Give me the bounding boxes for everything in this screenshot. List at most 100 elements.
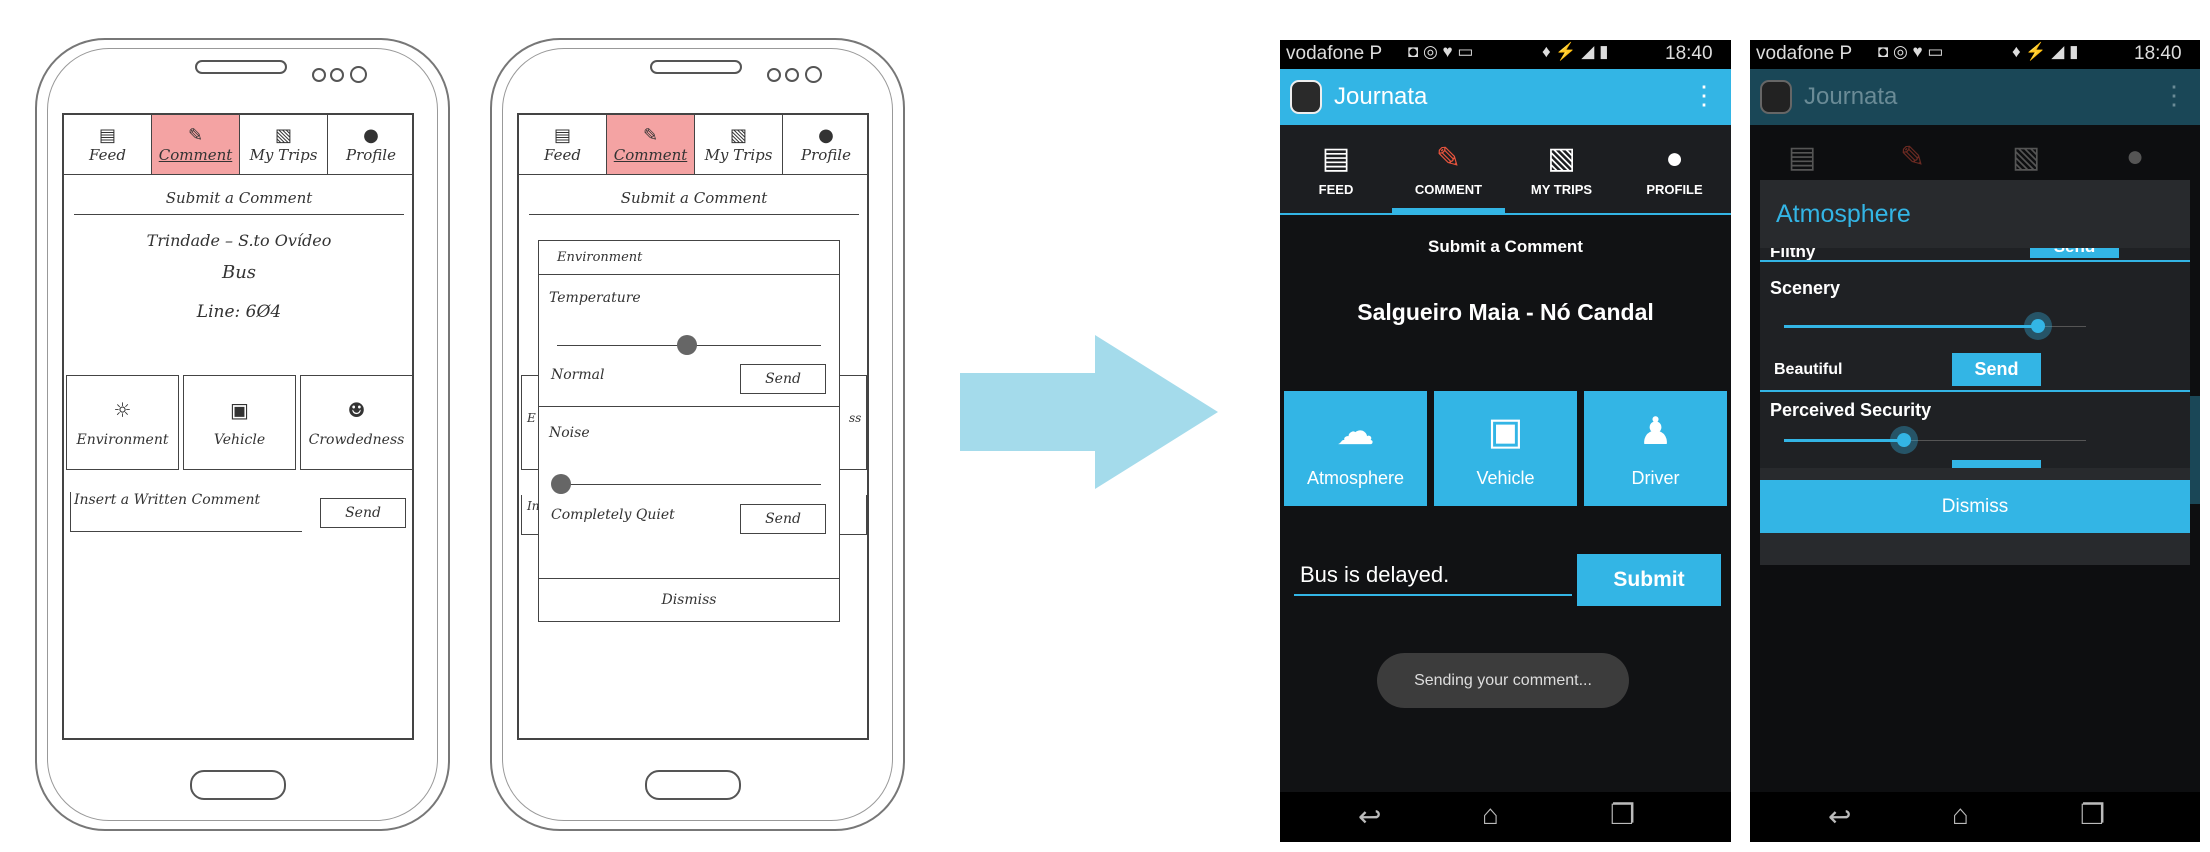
environment-dialog: Environment Temperature Normal Send Nois… bbox=[538, 240, 840, 622]
driver-icon: ♟ bbox=[1638, 410, 1673, 453]
temperature-label: Temperature bbox=[549, 290, 641, 306]
tab-profile[interactable]: ● Profile bbox=[783, 115, 869, 175]
tab-my-trips[interactable]: ▧ MY TRIPS bbox=[1505, 125, 1618, 213]
temperature-value: Normal bbox=[551, 367, 605, 383]
carrier-label: vodafone P bbox=[1756, 43, 1853, 64]
recents-icon[interactable]: ❐ bbox=[1610, 798, 1635, 831]
category-vehicle[interactable]: ▣ Vehicle bbox=[183, 375, 296, 470]
sketch-screen-1: ▤ Feed ✎ Comment ▧ My Trips ● Profile Submit… bbox=[62, 113, 414, 740]
temperature-slider-thumb[interactable] bbox=[677, 335, 697, 355]
back-icon[interactable]: ↩ bbox=[1358, 800, 1381, 833]
android-screen-1: vodafone P ◘ ◎ ♥ ▭ ♦ ⚡ ◢ ▮ 18:40 Journat… bbox=[1280, 40, 1731, 842]
app-title: Journata bbox=[1804, 83, 1898, 110]
map-icon: ▧ bbox=[729, 125, 747, 146]
tab-my-trips[interactable]: ▧ My Trips bbox=[240, 115, 328, 175]
tab-feed[interactable]: ▤ Feed bbox=[519, 115, 607, 175]
security-slider-thumb[interactable] bbox=[1890, 426, 1918, 454]
background-tiles-edge bbox=[2190, 396, 2200, 504]
person-icon: ● bbox=[363, 125, 379, 146]
speaker-icon bbox=[195, 60, 287, 74]
home-button[interactable] bbox=[645, 770, 741, 800]
camera-icon bbox=[330, 68, 344, 82]
map-icon: ▧ bbox=[1547, 142, 1576, 175]
noise-send-button[interactable]: Send bbox=[740, 504, 826, 534]
category-driver[interactable]: ♟ Driver bbox=[1584, 391, 1727, 506]
vehicle-type-label: Bus bbox=[221, 261, 257, 283]
bus-icon: ▣ bbox=[230, 397, 249, 422]
send-button[interactable]: Send bbox=[320, 498, 406, 528]
dismiss-button[interactable]: Dismiss bbox=[1760, 480, 2190, 533]
signal-icons: ♦ ⚡ ◢ ▮ bbox=[2012, 42, 2079, 61]
noise-value: Completely Quiet bbox=[551, 507, 675, 523]
person-icon: ● bbox=[1665, 141, 1684, 175]
scenery-value: Beautiful bbox=[1774, 361, 1843, 378]
back-icon[interactable]: ↩ bbox=[1828, 800, 1851, 833]
tab-profile[interactable]: ● PROFILE bbox=[1618, 125, 1731, 213]
category-atmosphere[interactable]: ☁ Atmosphere bbox=[1284, 391, 1427, 506]
comment-input[interactable]: Bus is delayed. bbox=[1294, 554, 1572, 596]
status-bar: vodafone P ◘ ◎ ♥ ▭ ♦ ⚡ ◢ ▮ 18:40 bbox=[1750, 40, 2200, 69]
tab-my-trips[interactable]: ▧ My Trips bbox=[695, 115, 783, 175]
tab-feed[interactable]: ▤ FEED bbox=[1280, 125, 1392, 213]
tab-comment[interactable]: ✎ Comment bbox=[152, 115, 240, 175]
behind-cut-right: ss bbox=[849, 411, 862, 425]
category-vehicle[interactable]: ▣ Vehicle bbox=[1434, 391, 1577, 506]
divider bbox=[529, 214, 859, 215]
cut-send-button-bottom[interactable] bbox=[1952, 460, 2041, 468]
page-title: Submit a Comment bbox=[620, 189, 768, 207]
divider bbox=[1760, 260, 2190, 262]
camera-icon bbox=[785, 68, 799, 82]
dialog-title: Atmosphere bbox=[1776, 200, 1911, 228]
scenery-slider-track[interactable] bbox=[1784, 325, 2036, 328]
submit-button[interactable]: Submit bbox=[1577, 554, 1721, 606]
speaker-icon bbox=[650, 60, 742, 74]
pencil-icon: ✎ bbox=[187, 125, 204, 146]
feed-icon: ▤ bbox=[98, 125, 116, 146]
page-title: Submit a Comment bbox=[1428, 237, 1583, 256]
dismiss-button[interactable]: Dismiss bbox=[539, 578, 839, 621]
tab-comment[interactable]: ✎ COMMENT bbox=[1392, 125, 1505, 213]
people-icon: ☻ bbox=[347, 397, 366, 422]
arrow-right-icon bbox=[960, 335, 1218, 489]
tab-feed[interactable]: ▤ Feed bbox=[64, 115, 152, 175]
app-logo-icon bbox=[1760, 80, 1792, 114]
android-screen-2: vodafone P ◘ ◎ ♥ ▭ ♦ ⚡ ◢ ▮ 18:40 Journat… bbox=[1750, 40, 2200, 842]
dialog-scroll-area[interactable]: Filthy Send Scenery Beautiful Send Perce… bbox=[1760, 248, 2190, 468]
scenery-send-button[interactable]: Send bbox=[1952, 353, 2041, 386]
sensor-icon bbox=[805, 66, 822, 83]
feed-icon: ▤ bbox=[553, 125, 571, 146]
comment-text: Bus is delayed. bbox=[1300, 562, 1450, 587]
tab-comment[interactable]: ✎ Comment bbox=[607, 115, 695, 175]
scenery-slider-thumb[interactable] bbox=[2024, 312, 2052, 340]
tab-profile[interactable]: ● Profile bbox=[328, 115, 414, 175]
signal-icons: ♦ ⚡ ◢ ▮ bbox=[1542, 42, 1609, 61]
person-icon: ● bbox=[818, 125, 834, 146]
map-icon: ▧ bbox=[274, 125, 292, 146]
newspaper-icon: ▤ bbox=[1788, 141, 1817, 174]
category-crowdedness[interactable]: ☻ Crowdedness bbox=[300, 375, 413, 470]
noise-slider-track[interactable] bbox=[557, 484, 821, 485]
sensor-icon bbox=[350, 66, 367, 83]
noise-slider-thumb[interactable] bbox=[551, 474, 571, 494]
app-logo-icon[interactable] bbox=[1290, 80, 1322, 114]
home-button[interactable] bbox=[190, 770, 286, 800]
newspaper-icon: ▤ bbox=[1321, 142, 1351, 175]
atmosphere-dialog: Atmosphere Filthy Send Scenery Beautiful… bbox=[1760, 180, 2190, 565]
divider bbox=[539, 406, 839, 407]
navigation-bar: ↩ ⌂ ❐ bbox=[1750, 792, 2200, 842]
noise-label: Noise bbox=[549, 425, 590, 441]
category-environment[interactable]: ☼ Environment bbox=[66, 375, 179, 470]
home-icon[interactable]: ⌂ bbox=[1482, 799, 1499, 831]
comment-input[interactable]: Insert a Written Comment bbox=[70, 492, 302, 532]
line-label: Line: 6Ø4 bbox=[196, 302, 282, 322]
home-icon[interactable]: ⌂ bbox=[1952, 799, 1969, 831]
security-slider-track[interactable] bbox=[1784, 439, 1903, 442]
recents-icon[interactable]: ❐ bbox=[2080, 798, 2105, 831]
camera-icon bbox=[312, 68, 326, 82]
overflow-menu-icon[interactable]: ⋮ bbox=[1691, 80, 1717, 111]
cut-send-button[interactable]: Send bbox=[2030, 248, 2119, 258]
clock: 18:40 bbox=[2134, 43, 2182, 64]
page-title: Submit a Comment bbox=[165, 189, 313, 207]
temperature-send-button[interactable]: Send bbox=[740, 364, 826, 394]
action-bar: Journata ⋮ bbox=[1750, 69, 2200, 125]
